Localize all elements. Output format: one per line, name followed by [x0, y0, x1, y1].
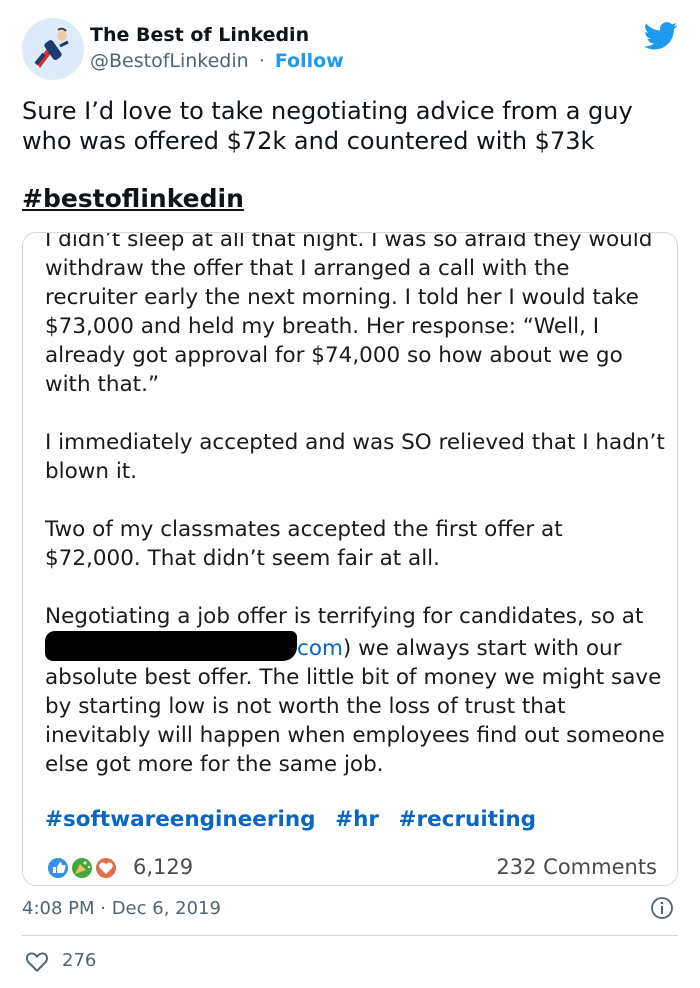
post-paragraph: I immediately accepted and was SO reliev…: [45, 430, 665, 484]
avatar[interactable]: [22, 18, 84, 80]
tweet-timestamp[interactable]: 4:08 PM · Dec 6, 2019: [22, 898, 221, 919]
like-reaction-icon: [46, 856, 70, 880]
hashtag-link[interactable]: #softwareengineering: [45, 807, 316, 832]
divider: [22, 935, 678, 936]
comments-count[interactable]: 232 Comments: [496, 855, 657, 879]
love-reaction-icon: [94, 856, 118, 880]
post-paragraph: Two of my classmates accepted the first …: [45, 517, 563, 571]
reactions-bar: 6,129 232 Comments: [45, 853, 657, 883]
embedded-linkedin-post[interactable]: I didn’t sleep at all that night. I was …: [22, 232, 678, 886]
follow-button[interactable]: Follow: [275, 50, 344, 72]
post-paragraph: Negotiating a job offer is terrifying fo…: [45, 602, 665, 779]
post-body: I didn’t sleep at all that night. I was …: [45, 232, 665, 808]
tweet-hashtag[interactable]: #bestoflinkedin: [22, 184, 244, 213]
tweet-header: The Best of Linkedin @BestofLinkedin · F…: [22, 18, 682, 82]
like-count: 276: [62, 950, 97, 971]
separator-dot: ·: [258, 50, 265, 72]
post-text-segment: Negotiating a job offer is terrifying fo…: [45, 604, 644, 629]
account-name[interactable]: The Best of Linkedin: [90, 24, 309, 46]
handle-row: @BestofLinkedin · Follow: [90, 50, 344, 72]
reaction-count[interactable]: 6,129: [133, 855, 193, 879]
celebrate-reaction-icon: [70, 856, 94, 880]
hashtag-link[interactable]: #recruiting: [399, 807, 537, 832]
superhero-avatar-icon: [22, 18, 84, 80]
tweet-text: Sure I’d love to take negotiating advice…: [22, 97, 633, 155]
reaction-icons[interactable]: [45, 855, 127, 881]
post-paragraph: I didn’t sleep at all that night. I was …: [45, 232, 653, 397]
company-link[interactable]: com: [297, 636, 343, 661]
heart-icon[interactable]: [24, 948, 50, 974]
account-handle[interactable]: @BestofLinkedin: [90, 50, 249, 72]
info-icon[interactable]: [650, 896, 674, 920]
twitter-bird-icon[interactable]: [644, 22, 678, 50]
hashtag-link[interactable]: #hr: [335, 807, 379, 832]
redaction-bar: [45, 631, 297, 661]
post-hashtags: #softwareengineering #hr #recruiting: [45, 807, 548, 832]
